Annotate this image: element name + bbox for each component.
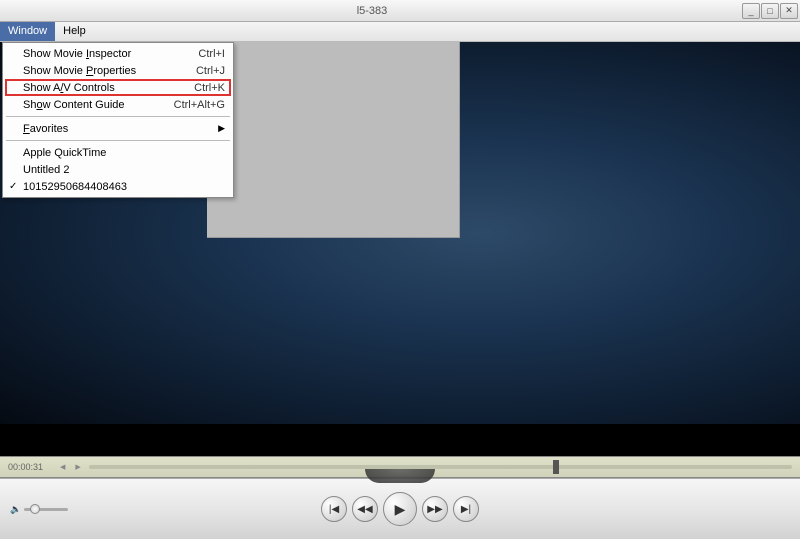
- submenu-arrow-icon: ▶: [218, 123, 225, 134]
- menu-item-1[interactable]: Show Movie PropertiesCtrl+J: [5, 62, 231, 79]
- menu-item-label: Show Movie Inspector: [23, 48, 198, 60]
- current-time: 00:00:31: [8, 462, 52, 472]
- time-step-fwd-icon[interactable]: ▶: [73, 463, 82, 471]
- maximize-button[interactable]: □: [761, 3, 779, 19]
- titlebar: l5-383 _ □ ✕: [0, 0, 800, 22]
- close-button[interactable]: ✕: [780, 3, 798, 19]
- window-menu-dropdown: Show Movie InspectorCtrl+IShow Movie Pro…: [2, 42, 234, 198]
- speaker-notch: [365, 469, 435, 483]
- menu-recent-2[interactable]: ✓ 10152950684408463: [5, 178, 231, 195]
- menu-recent-0[interactable]: Apple QuickTime: [5, 144, 231, 161]
- menu-recent-label: Untitled 2: [23, 164, 225, 176]
- transport-bar: 🔈 |◀ ◀◀ ▶ ▶▶ ▶|: [0, 478, 800, 539]
- menubar: Window Help: [0, 22, 800, 42]
- progress-track[interactable]: [89, 465, 792, 469]
- menu-item-3[interactable]: Show Content GuideCtrl+Alt+G: [5, 96, 231, 113]
- menu-separator: [6, 140, 230, 141]
- forward-button[interactable]: ▶▶: [422, 496, 448, 522]
- menu-item-label: Show A/V Controls: [23, 82, 194, 94]
- menu-recent-1[interactable]: Untitled 2: [5, 161, 231, 178]
- rewind-button[interactable]: ◀◀: [352, 496, 378, 522]
- menu-item-shortcut: Ctrl+J: [196, 65, 225, 77]
- menu-recent-label: Apple QuickTime: [23, 147, 225, 159]
- menu-separator: [6, 116, 230, 117]
- play-button[interactable]: ▶: [383, 492, 417, 526]
- volume-knob[interactable]: [30, 504, 40, 514]
- blank-panel: [207, 42, 460, 238]
- menu-recent-label: 10152950684408463: [23, 181, 225, 193]
- window-controls: _ □ ✕: [742, 3, 798, 19]
- volume-track[interactable]: [24, 508, 68, 511]
- minimize-button[interactable]: _: [742, 3, 760, 19]
- time-step-back-icon[interactable]: ◀: [58, 463, 67, 471]
- check-icon: ✓: [9, 181, 17, 192]
- volume-control: 🔈: [10, 504, 68, 514]
- menu-help[interactable]: Help: [55, 22, 94, 41]
- progress-knob[interactable]: [553, 460, 559, 474]
- skip-back-button[interactable]: |◀: [321, 496, 347, 522]
- controls-region: 00:00:31 ◀ ▶ 🔈 |◀ ◀◀ ▶ ▶▶ ▶|: [0, 426, 800, 539]
- menu-item-shortcut: Ctrl+I: [198, 48, 225, 60]
- volume-icon: 🔈: [10, 504, 20, 514]
- window-title: l5-383: [2, 5, 742, 17]
- menu-item-shortcut: Ctrl+K: [194, 82, 225, 94]
- menu-item-2[interactable]: Show A/V ControlsCtrl+K: [5, 79, 231, 96]
- menu-item-shortcut: Ctrl+Alt+G: [174, 99, 225, 111]
- menu-item-label: Show Movie Properties: [23, 65, 196, 77]
- menu-item-0[interactable]: Show Movie InspectorCtrl+I: [5, 45, 231, 62]
- menu-favorites[interactable]: Favorites ▶: [5, 120, 231, 137]
- skip-forward-button[interactable]: ▶|: [453, 496, 479, 522]
- menu-window[interactable]: Window: [0, 22, 55, 41]
- transport-buttons: |◀ ◀◀ ▶ ▶▶ ▶|: [321, 492, 479, 526]
- menu-item-label: Show Content Guide: [23, 99, 174, 111]
- letterbox-bar: [0, 426, 800, 456]
